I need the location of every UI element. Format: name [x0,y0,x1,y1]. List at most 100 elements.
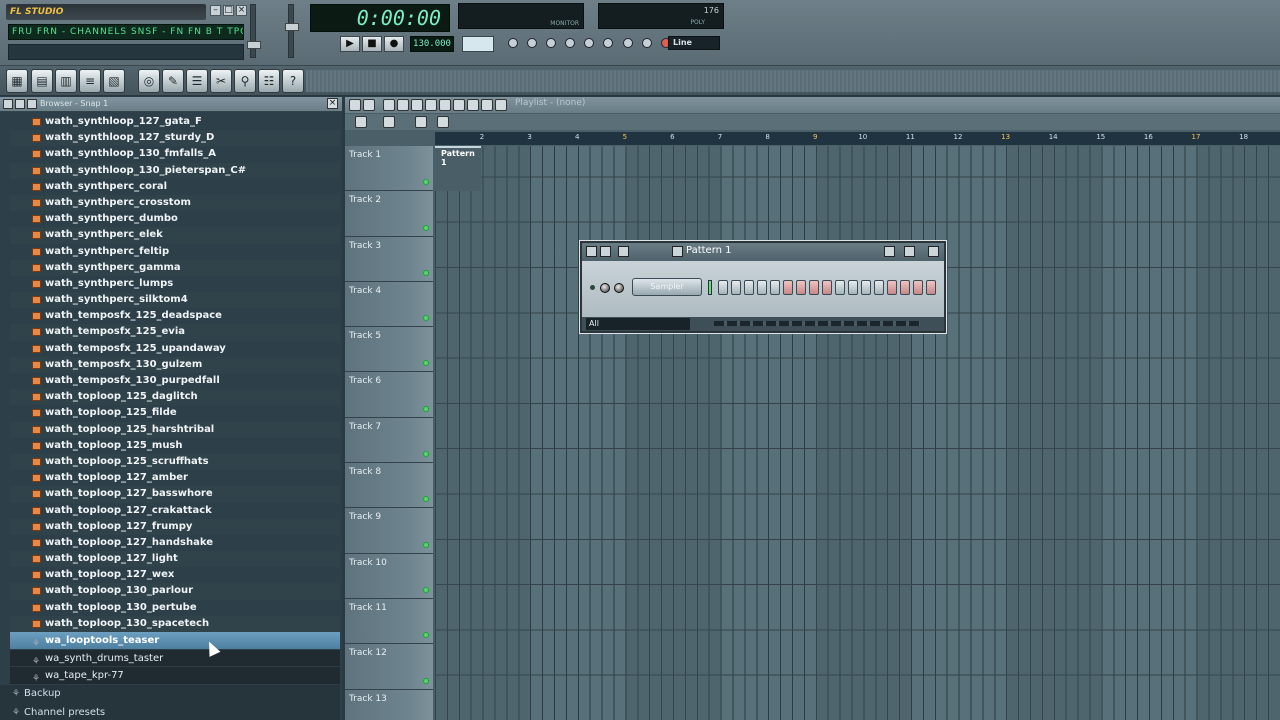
slider-knob[interactable] [247,41,261,49]
browser-file-item[interactable]: wath_toploop_127_handshake [10,535,340,551]
maximize-icon[interactable]: □ [223,5,234,16]
wait-icon[interactable] [527,38,538,48]
pan-knob[interactable] [614,283,624,293]
step-button[interactable] [835,280,845,295]
time-display[interactable]: 0:00:00 [310,4,450,32]
mixer-icon[interactable]: ▧ [103,69,125,93]
notes-icon[interactable]: ☷ [258,69,280,93]
pattern-toggle-icon[interactable] [672,246,683,257]
help-icon[interactable]: ? [282,69,304,93]
step-edit-icon[interactable] [584,38,595,48]
track-header[interactable]: Track 12 [345,644,433,690]
blend-icon[interactable] [565,38,576,48]
track-mute-led[interactable] [423,360,429,367]
step-button[interactable] [783,280,793,295]
browser-file-item[interactable]: wath_toploop_125_mush [10,438,340,454]
browser-refresh-icon[interactable] [15,99,25,109]
browser-file-item[interactable]: wath_synthperc_elek [10,227,340,243]
track-header[interactable]: Track 5 [345,327,433,373]
step-button[interactable] [757,280,767,295]
track-header[interactable]: Track 9 [345,508,433,554]
step-sequencer-icon[interactable]: ▤ [31,69,53,93]
browser-file-item[interactable]: wath_synthperc_lumps [10,276,340,292]
browser-file-item[interactable]: wath_synthperc_coral [10,179,340,195]
track-mute-led[interactable] [423,586,429,593]
track-header[interactable]: Track 7 [345,417,433,464]
pattern-picker-icon[interactable] [355,116,367,128]
track-header[interactable]: Track 3 [345,236,433,282]
step-button[interactable] [744,280,754,295]
browser-top-folder[interactable]: ⚘ Backup [0,684,340,704]
select-icon[interactable] [453,99,465,111]
browser-collapse-icon[interactable] [27,99,37,109]
browser-file-item[interactable]: wath_toploop_125_daglitch [10,389,340,405]
channel-select-led[interactable] [708,280,712,295]
pattern-selector[interactable] [462,36,494,52]
typing-keyboard-icon[interactable] [641,38,652,48]
close-icon[interactable]: × [236,5,247,16]
track-mute-led[interactable] [423,632,429,639]
browser-file-item[interactable]: wath_toploop_127_wex [10,567,340,583]
browser-file-item[interactable]: wath_temposfx_125_deadspace [10,308,340,324]
minimize-icon[interactable]: – [210,5,221,16]
step-button[interactable] [900,280,910,295]
browser-icon[interactable]: ≡ [79,69,101,93]
speaker-icon[interactable] [495,99,507,111]
playlist-icon[interactable]: ▦ [6,69,28,93]
browser-file-item[interactable]: wath_temposfx_125_evia [10,324,340,340]
playback-icon[interactable] [481,99,493,111]
mute-icon[interactable] [425,99,437,111]
delete-icon[interactable] [411,99,423,111]
plugin-icon[interactable]: ✎ [162,69,184,93]
channel-filter-select[interactable]: All [586,318,690,330]
step-button[interactable] [913,280,923,295]
track-header[interactable]: Track 2 [345,191,433,237]
sequencer-view-icon[interactable] [600,246,611,257]
playlist-menu-icon[interactable] [349,99,361,111]
track-mute-led[interactable] [423,224,429,231]
track-mute-led[interactable] [423,541,429,548]
channel-led[interactable] [590,285,595,290]
browser-file-item[interactable]: wath_toploop_127_light [10,551,340,567]
zoom-icon[interactable] [467,99,479,111]
browser-file-item[interactable]: wath_synthperc_crosstom [10,195,340,211]
metronome-icon[interactable] [508,38,518,48]
track-header[interactable]: Track 6 [345,372,433,418]
main-pitch-slider[interactable] [285,4,299,58]
piano-roll-icon[interactable]: ▥ [55,69,77,93]
step-button[interactable] [718,280,728,295]
track-header[interactable]: Track 11 [345,598,433,645]
track-mute-led[interactable] [423,269,429,276]
step-button[interactable] [809,280,819,295]
slice-icon[interactable] [439,99,451,111]
browser-file-item[interactable]: wath_synthloop_127_sturdy_D [10,130,340,146]
tempo-display[interactable]: 130.000 [410,36,454,52]
track-header[interactable]: Track 4 [345,281,433,328]
browser-file-item[interactable]: wath_synthloop_127_gata_F [10,114,340,130]
browser-file-item[interactable]: wath_toploop_127_amber [10,470,340,486]
snap-select[interactable]: Line [668,36,720,50]
scroll-left-icon[interactable] [437,116,449,128]
channel-button[interactable]: Sampler [632,278,702,296]
browser-folder-item[interactable]: ⚘ wa_tape_kpr-77 [10,667,340,685]
step-button[interactable] [926,280,936,295]
wave-icon[interactable]: ☰ [186,69,208,93]
browser-file-item[interactable]: wath_synthloop_130_pieterspan_C# [10,163,340,179]
play-button[interactable]: ▶ [340,36,360,52]
track-header[interactable]: Track 8 [345,463,433,509]
browser-menu-icon[interactable] [3,99,13,109]
track-header[interactable]: Track 10 [345,553,433,599]
loop-record-icon[interactable] [603,38,614,48]
browser-file-item[interactable]: wath_synthperc_dumbo [10,211,340,227]
draw-icon[interactable] [383,99,395,111]
stop-button[interactable]: ■ [362,36,382,52]
playlist-grid[interactable]: Pattern 1 [435,146,1280,720]
browser-file-item[interactable]: wath_toploop_130_pertube [10,600,340,616]
step-button[interactable] [874,280,884,295]
browser-file-item[interactable]: wath_synthloop_130_fmfalls_A [10,146,340,162]
browser-file-item[interactable]: wath_toploop_127_frumpy [10,519,340,535]
browser-file-item[interactable]: wath_toploop_125_filde [10,405,340,421]
browser-file-item[interactable]: wath_toploop_127_basswhore [10,486,340,502]
browser-file-item[interactable]: wath_toploop_125_harshtribal [10,422,340,438]
volume-knob[interactable] [600,283,610,293]
